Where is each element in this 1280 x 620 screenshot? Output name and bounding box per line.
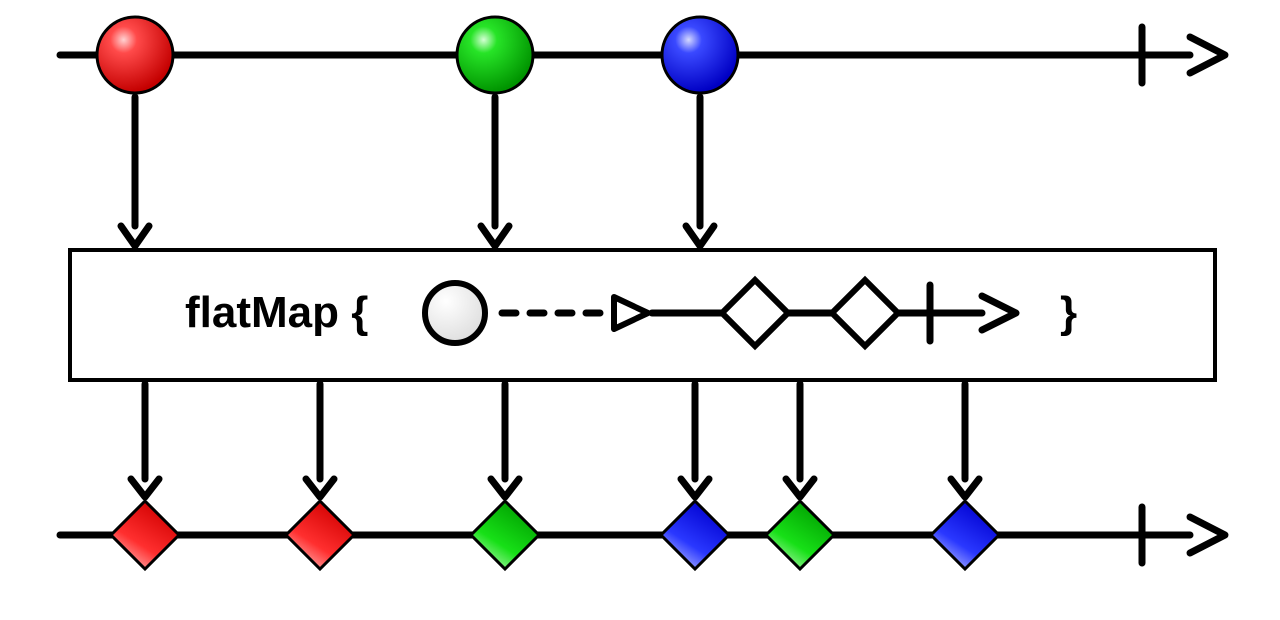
operator-label: flatMap { [185, 288, 368, 337]
input-marble-green [457, 17, 533, 93]
output-diamond-green [471, 501, 539, 569]
output-diamond-blue [931, 501, 999, 569]
operator-input-circle-icon [425, 283, 485, 343]
arrowhead-icon [1190, 517, 1225, 553]
output-diamond-red [286, 501, 354, 569]
arrowhead-icon [1190, 37, 1225, 73]
operator-close-brace: } [1060, 288, 1077, 337]
output-diamond-red [111, 501, 179, 569]
output-diamond-blue [661, 501, 729, 569]
input-timeline [60, 27, 1225, 83]
output-diamond-green [766, 501, 834, 569]
flatmap-marble-diagram: flatMap {} [0, 0, 1280, 620]
input-marble-blue [662, 17, 738, 93]
input-marble-red [97, 17, 173, 93]
output-timeline [60, 507, 1225, 563]
